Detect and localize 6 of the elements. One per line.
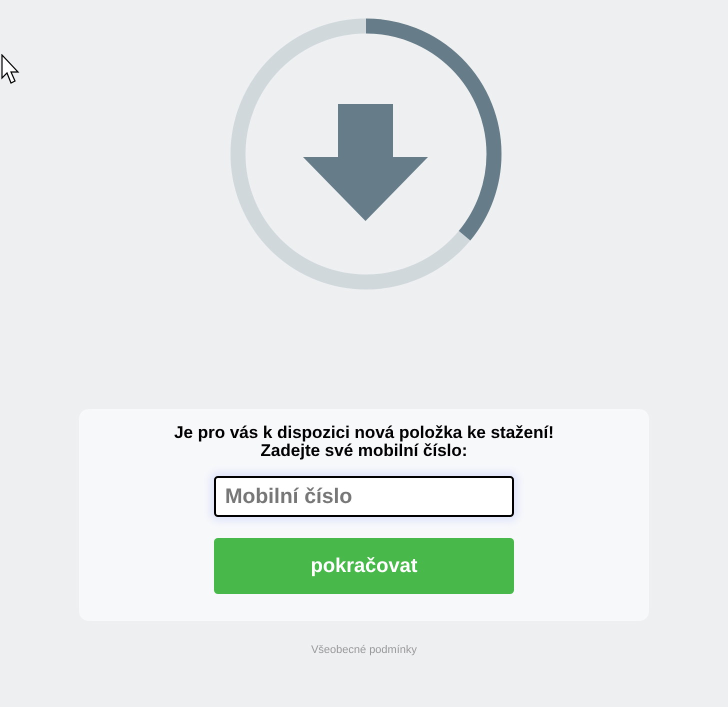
phone-input-field[interactable]: Mobilní číslo xyxy=(214,476,514,517)
heading-text: Zadejte své mobilní číslo: xyxy=(260,442,468,460)
cursor-icon xyxy=(1,54,21,85)
continue-button[interactable]: pokračovat xyxy=(214,538,514,594)
heading-text: Je pro vás k dispozici nová položka ke stažení! xyxy=(174,424,554,442)
terms-link[interactable]: Všeobecné podmínky xyxy=(311,642,417,658)
